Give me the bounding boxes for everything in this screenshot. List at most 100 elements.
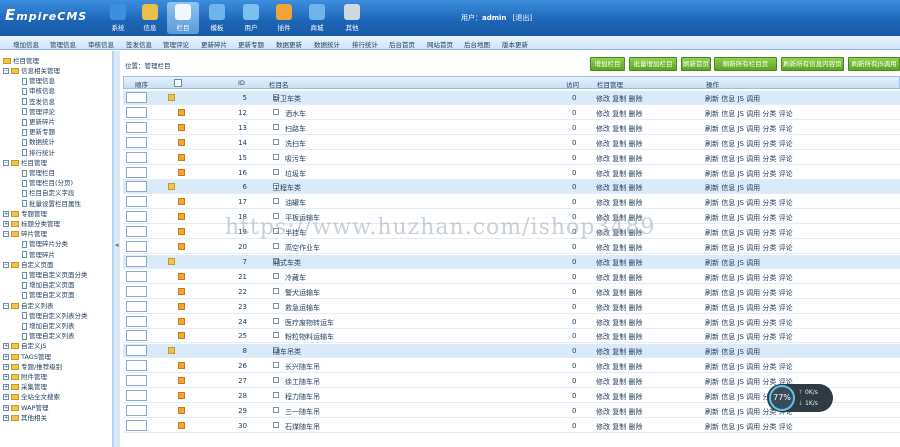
order-input[interactable] (126, 226, 147, 238)
sidebar-leaf[interactable]: 栏目自定义字段 (22, 187, 75, 197)
page-icon[interactable] (178, 406, 185, 414)
operation-links[interactable]: 刷新 信息 JS 调用 分类 评论 (705, 139, 793, 149)
topnav-1[interactable]: 信息 (134, 2, 166, 34)
sidebar-leaf[interactable]: 管理评论 (22, 106, 55, 116)
order-input[interactable] (126, 121, 147, 133)
expand-icon[interactable]: + (3, 374, 9, 380)
operation-links[interactable]: 刷新 信息 JS 调用 分类 评论 (705, 228, 793, 238)
sidebar-leaf[interactable]: 批量设置栏目属性 (22, 198, 81, 208)
manage-links[interactable]: 修改 复制 删除 (596, 318, 642, 328)
order-input[interactable] (126, 285, 147, 297)
order-input[interactable] (126, 315, 147, 327)
column-name-link[interactable]: 油罐车 (285, 198, 306, 208)
manage-links[interactable]: 修改 复制 删除 (596, 109, 642, 119)
manage-links[interactable]: 修改 复制 删除 (596, 139, 642, 149)
page-icon[interactable] (178, 377, 185, 385)
page-icon[interactable] (178, 392, 185, 399)
order-input[interactable] (126, 166, 147, 178)
column-name-link[interactable]: 垃圾车 (285, 169, 306, 179)
expand-icon[interactable]: + (3, 343, 9, 350)
logout-link[interactable]: [退出] (513, 14, 532, 22)
manage-links[interactable]: 修改 复制 删除 (596, 347, 642, 357)
row-checkbox[interactable] (273, 406, 279, 413)
expand-icon[interactable]: + (3, 394, 9, 401)
manage-links[interactable]: 修改 复制 删除 (596, 124, 642, 134)
collapse-icon[interactable]: − (3, 231, 9, 238)
sidebar-group[interactable]: − 信息相关管理 (3, 65, 60, 75)
sidebar-leaf[interactable]: 管理信息 (22, 75, 55, 85)
sidebar-group[interactable]: + 标题分类管理 (3, 218, 60, 228)
operation-links[interactable]: 刷新 信息 JS 调用 分类 评论 (705, 332, 793, 342)
row-checkbox[interactable] (273, 332, 279, 339)
operation-links[interactable]: 刷新 信息 JS 调用 分类 评论 (705, 318, 793, 328)
subnav-item[interactable]: 后台地图 (464, 39, 490, 49)
subnav-item[interactable]: 签发信息 (126, 39, 152, 49)
row-checkbox[interactable] (273, 168, 279, 175)
order-input[interactable] (126, 330, 147, 342)
row-checkbox[interactable] (273, 317, 279, 324)
row-checkbox[interactable] (273, 108, 279, 115)
column-name-link[interactable]: 医疗废物转运车 (285, 318, 334, 328)
manage-links[interactable]: 修改 复制 删除 (596, 362, 642, 372)
subnav-item[interactable]: 排行统计 (352, 39, 378, 49)
sidebar-leaf[interactable]: 更新碎片 (22, 116, 55, 126)
column-name-link[interactable]: 冷藏车 (285, 273, 306, 283)
subnav-item[interactable]: 数据更新 (276, 39, 302, 49)
column-name-link[interactable]: 洒水车 (285, 109, 306, 119)
sidebar-group[interactable]: + 专题/推荐级别 (3, 361, 62, 371)
sidebar-group[interactable]: + 附件管理 (3, 371, 47, 381)
collapse-arrow-icon[interactable]: ◂ (115, 241, 119, 249)
subnav-item[interactable]: 管理信息 (50, 39, 76, 49)
page-icon[interactable] (178, 198, 185, 206)
column-name-link[interactable]: 救急运输车 (285, 303, 320, 313)
manage-links[interactable]: 修改 复制 删除 (596, 422, 642, 432)
sidebar-leaf[interactable]: 更新专题 (22, 126, 55, 136)
page-icon[interactable] (178, 153, 185, 161)
page-icon[interactable] (178, 123, 185, 131)
column-name-link[interactable]: 扫路车 (285, 124, 306, 134)
page-icon[interactable] (178, 272, 185, 280)
sidebar-group[interactable]: + 其他相关 (3, 412, 47, 422)
expand-icon[interactable]: + (3, 221, 9, 227)
manage-links[interactable]: 修改 复制 删除 (596, 273, 642, 283)
operation-links[interactable]: 刷新 信息 JS 调用 (705, 347, 760, 357)
sidebar-group[interactable]: − 碎片管理 (3, 228, 47, 238)
sidebar-leaf[interactable]: 管理碎片 (22, 249, 55, 259)
column-name-link[interactable]: 三一随车吊 (285, 407, 320, 417)
row-checkbox[interactable] (273, 287, 279, 294)
folder-icon[interactable] (168, 183, 175, 191)
sidebar-leaf[interactable]: 管理栏目 (22, 167, 55, 177)
sidebar-leaf[interactable]: 管理自定义页面 (22, 289, 75, 299)
operation-links[interactable]: 刷新 信息 JS 调用 分类 评论 (705, 154, 793, 164)
expand-icon[interactable]: + (3, 384, 9, 391)
expand-icon[interactable]: + (3, 353, 9, 360)
sidebar-leaf[interactable]: 管理栏目(分页) (22, 177, 73, 187)
operation-links[interactable]: 刷新 信息 JS 调用 分类 评论 (705, 422, 793, 432)
order-input[interactable] (126, 345, 147, 357)
page-icon[interactable] (178, 302, 185, 310)
operation-links[interactable]: 刷新 信息 JS 调用 (705, 258, 760, 268)
sidebar-group[interactable]: + 自定义JS (3, 340, 47, 350)
column-name-link[interactable]: 洗扫车 (285, 139, 306, 149)
sidebar-group[interactable]: + TAGS管理 (3, 351, 51, 361)
subnav-item[interactable]: 版本更新 (502, 39, 528, 49)
manage-links[interactable]: 修改 复制 删除 (596, 303, 642, 313)
column-name-link[interactable]: 粉粒物料运输车 (285, 332, 334, 342)
order-input[interactable] (126, 136, 147, 148)
page-icon[interactable] (178, 213, 185, 221)
order-input[interactable] (126, 106, 147, 118)
sidebar-leaf[interactable]: 审核信息 (22, 85, 55, 95)
page-icon[interactable] (178, 228, 185, 236)
operation-links[interactable]: 刷新 信息 JS 调用 分类 评论 (705, 109, 793, 119)
subnav-item[interactable]: 后台首页 (389, 39, 415, 49)
operation-links[interactable]: 刷新 信息 JS 调用 分类 评论 (705, 243, 793, 253)
manage-links[interactable]: 修改 复制 删除 (596, 392, 642, 402)
manage-links[interactable]: 修改 复制 删除 (596, 407, 642, 417)
column-name-link[interactable]: 新卫车类 (273, 94, 301, 104)
page-icon[interactable] (178, 362, 185, 370)
expand-icon[interactable]: + (3, 414, 9, 421)
action-button[interactable]: 增加栏目 (590, 57, 625, 71)
column-name-link[interactable]: 高空作业车 (285, 243, 320, 253)
expand-icon[interactable]: + (3, 404, 9, 411)
operation-links[interactable]: 刷新 信息 JS 调用 分类 评论 (705, 362, 793, 372)
